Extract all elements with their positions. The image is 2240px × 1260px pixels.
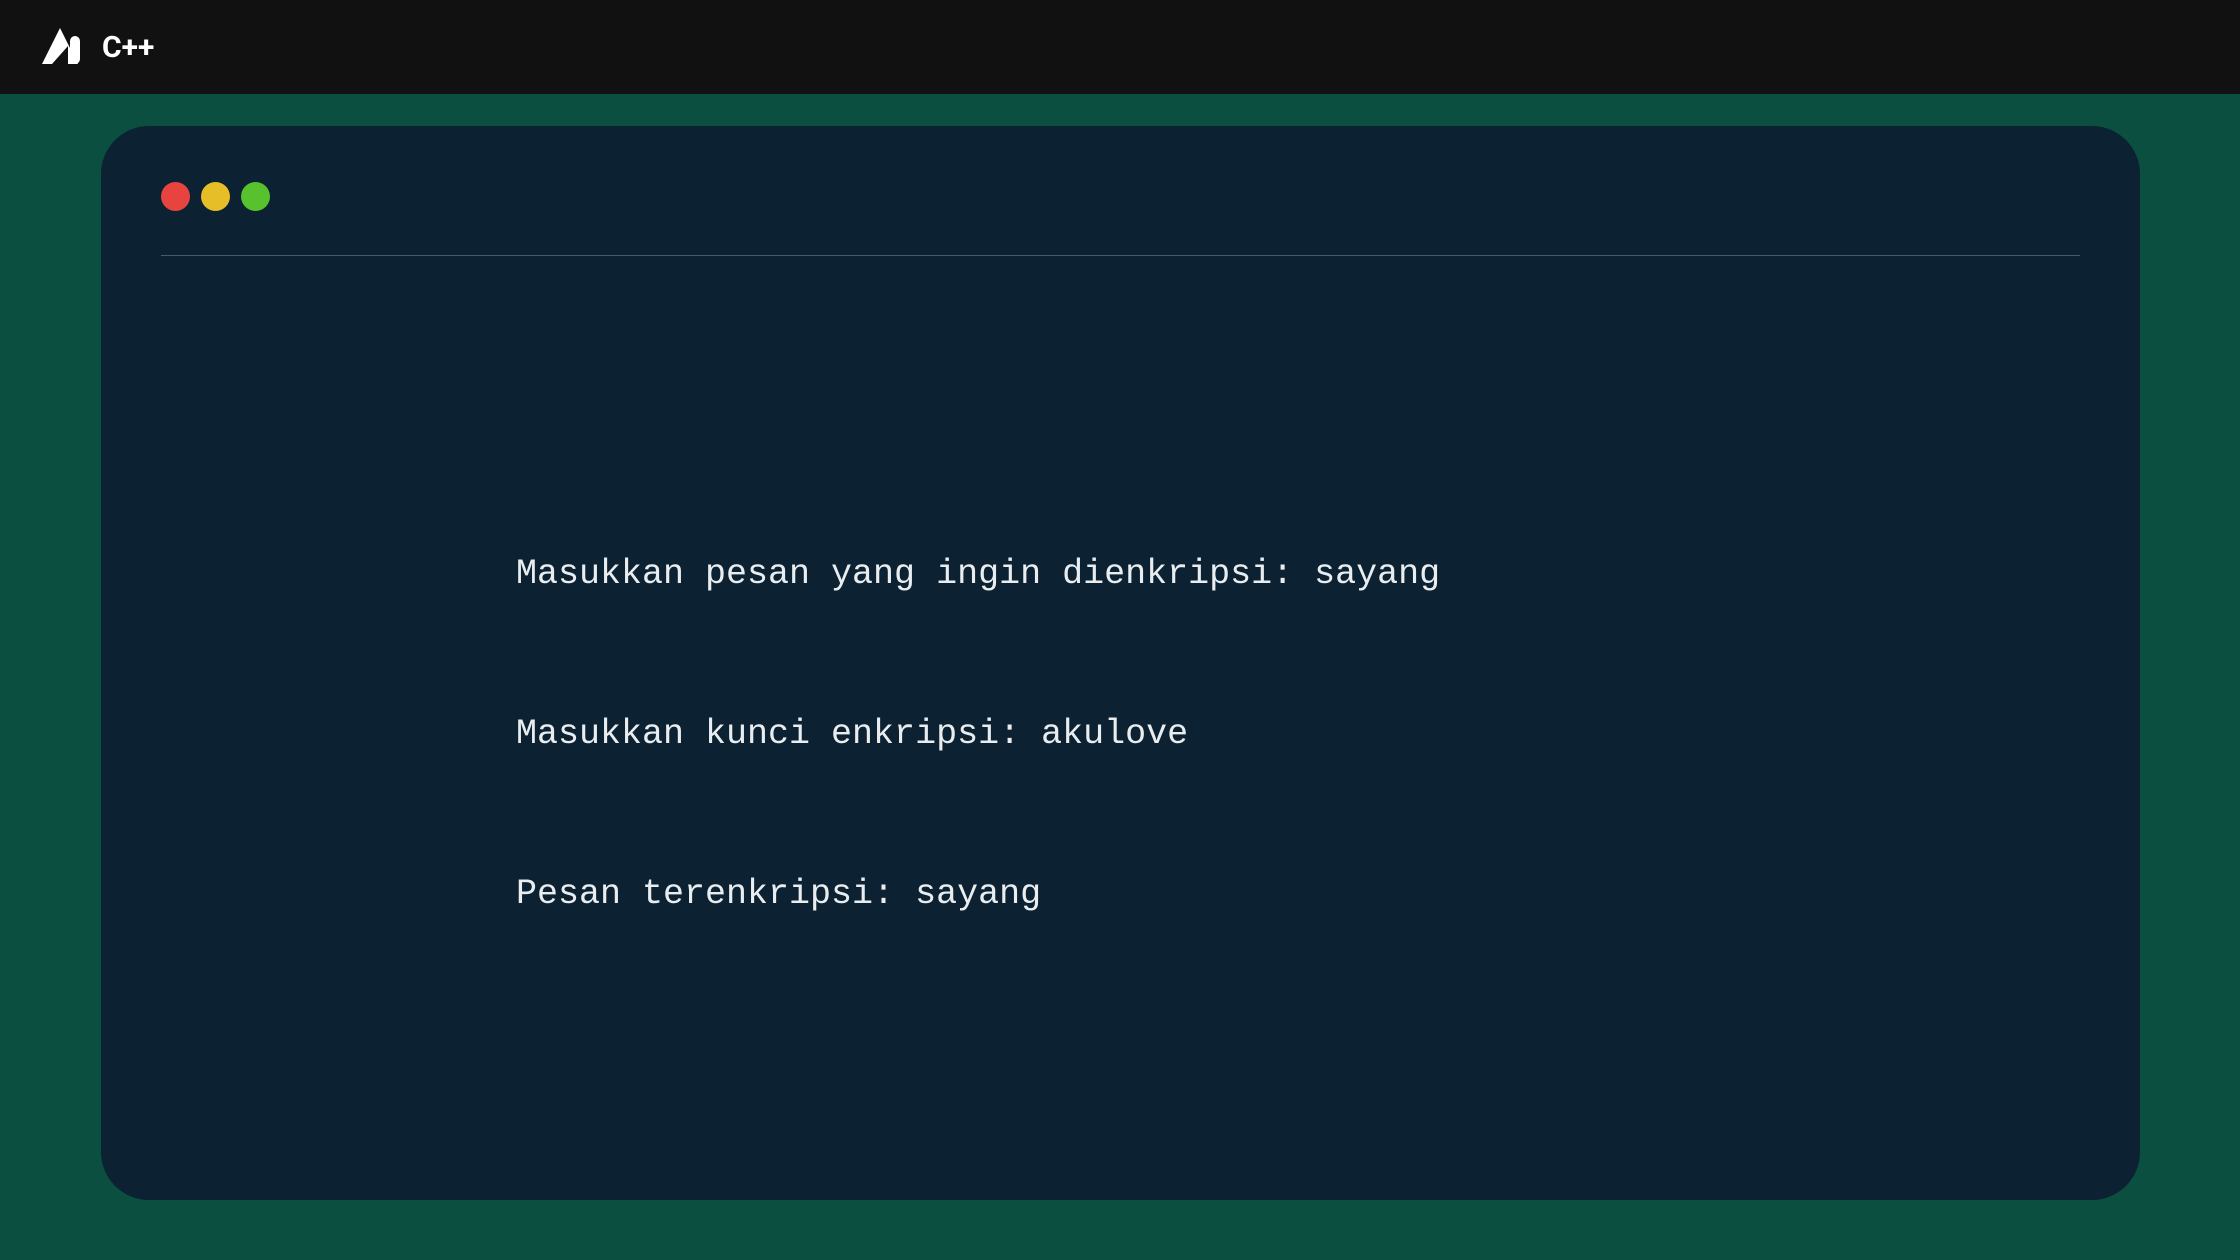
terminal-line: Masukkan pesan yang ingin dienkripsi: sa… — [516, 548, 2080, 601]
logo-icon — [34, 22, 86, 72]
divider — [161, 255, 2080, 256]
maximize-icon[interactable] — [241, 182, 270, 211]
app-header: C++ — [0, 0, 2240, 94]
minimize-icon[interactable] — [201, 182, 230, 211]
terminal-output: Masukkan pesan yang ingin dienkripsi: sa… — [161, 442, 2080, 1027]
terminal-window: Masukkan pesan yang ingin dienkripsi: sa… — [101, 126, 2140, 1200]
terminal-line: Pesan terenkripsi: sayang — [516, 868, 2080, 921]
logo-group: C++ — [34, 22, 154, 72]
language-label: C++ — [102, 30, 154, 65]
window-controls — [161, 182, 2080, 211]
close-icon[interactable] — [161, 182, 190, 211]
terminal-line: Masukkan kunci enkripsi: akulove — [516, 708, 2080, 761]
